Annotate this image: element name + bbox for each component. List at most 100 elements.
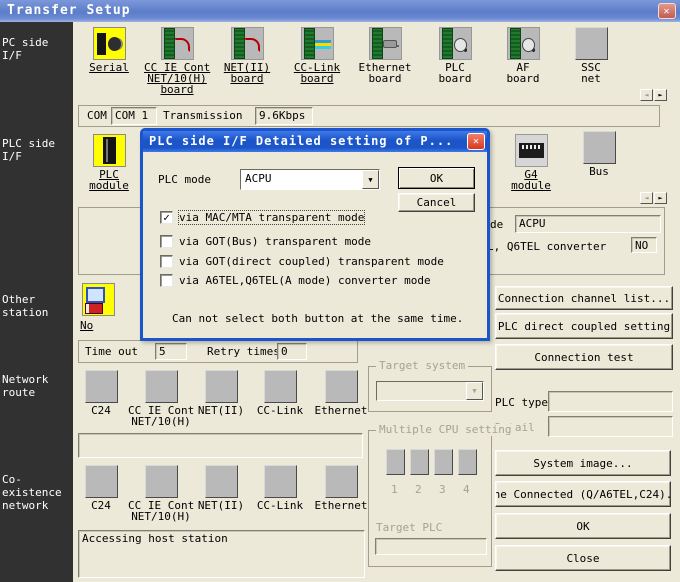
retry-times-field[interactable]: 0 [277, 343, 307, 360]
pc-if-ssc-label[interactable]: SSC net [558, 62, 624, 84]
pc-if-serial-label[interactable]: Serial [76, 62, 142, 73]
plc-mode-select[interactable]: ACPU ▼ [240, 169, 380, 190]
checkbox-mac-mta-label[interactable]: via MAC/MTA transparent mode [179, 211, 364, 224]
coexistence-ccie[interactable]: CC IE Cont NET/10(H) [128, 465, 194, 522]
bus-label[interactable]: Bus [566, 166, 632, 177]
pc-if-plc-label[interactable]: PLC board [422, 62, 488, 84]
label-coexistence-network: Co-existence network [2, 473, 73, 512]
connection-channel-list-button[interactable]: Connection channel list... [495, 286, 673, 310]
scroll-right-icon[interactable]: ► [654, 89, 667, 101]
coexistence-ethernet-label: Ethernet [308, 500, 374, 511]
dialog-titlebar[interactable]: PLC side I/F Detailed setting of P... [143, 131, 487, 152]
plc-mode-label: PLC mode [158, 173, 211, 186]
pc-if-cclink-board[interactable]: CC-Link board [284, 27, 350, 84]
chevron-down-icon: ▼ [466, 382, 483, 400]
pc-if-ethernet-board[interactable]: Ethernet board [352, 27, 418, 84]
pc-if-ccie-label[interactable]: CC IE Cont NET/10(H) board [144, 62, 210, 95]
plc-if-plc-module[interactable]: PLC module [76, 134, 142, 191]
label-other-station: Other station [2, 293, 48, 319]
coexistence-cclink[interactable]: CC-Link [247, 465, 313, 511]
pc-if-net2-label[interactable]: NET(II) board [214, 62, 280, 84]
pc-if-af-label[interactable]: AF board [490, 62, 556, 84]
ok-button[interactable]: OK [495, 513, 671, 539]
cpu1-label: 1 [391, 483, 398, 496]
target-plc-field [375, 538, 487, 555]
multiple-cpu-legend: Multiple CPU setting [376, 424, 514, 436]
network-route-ethernet-label: Ethernet [308, 405, 374, 416]
checkbox-got-bus[interactable]: ✓ [160, 235, 173, 248]
coexistence-ethernet[interactable]: Ethernet [308, 465, 374, 511]
dialog-ok-button[interactable]: OK [398, 167, 475, 189]
plc-direct-coupled-setting-button[interactable]: PLC direct coupled setting [495, 313, 673, 339]
network-route-ethernet[interactable]: Ethernet [308, 370, 374, 416]
pc-if-plc-board[interactable]: PLC board [422, 27, 488, 84]
check-icon: ✓ [163, 211, 170, 224]
g4-module-label[interactable]: G4 module [498, 169, 564, 191]
dialog-note: Can not select both button at the same t… [172, 312, 463, 325]
network-route-net2-label: NET(II) [188, 405, 254, 416]
chevron-down-icon[interactable]: ▼ [362, 170, 379, 189]
coexistence-c24-label: C24 [68, 500, 134, 511]
transmission-speed-field[interactable]: 9.6Kbps [255, 107, 313, 125]
ethernet-icon [325, 370, 358, 403]
checkbox-a6tel-converter-label[interactable]: via A6TEL,Q6TEL(A mode) converter mode [179, 274, 431, 287]
close-glyph: ✕ [663, 1, 670, 22]
checkbox-got-direct[interactable]: ✓ [160, 255, 173, 268]
network-route-ccie[interactable]: CC IE Cont NET/10(H) [128, 370, 194, 427]
close-icon[interactable]: ✕ [658, 3, 676, 19]
plc-module-label[interactable]: PLC module [76, 169, 142, 191]
cclink-icon [264, 465, 297, 498]
close-button[interactable]: Close [495, 545, 671, 571]
dialog-cancel-button[interactable]: Cancel [398, 193, 475, 212]
checkbox-a6tel-converter[interactable]: ✓ [160, 274, 173, 287]
checkbox-got-bus-label[interactable]: via GOT(Bus) transparent mode [179, 235, 371, 248]
dialog-close-icon[interactable]: ✕ [467, 133, 485, 150]
connection-test-button[interactable]: Connection test [495, 344, 673, 370]
pc-if-ssc-net[interactable]: SSC net [558, 27, 624, 84]
window-titlebar[interactable]: Transfer Setup ✕ [0, 0, 680, 22]
net2-icon [205, 465, 238, 498]
status-text: Accessing host station [82, 532, 228, 545]
network-route-c24[interactable]: C24 [68, 370, 134, 416]
other-station-no-icon[interactable] [82, 283, 115, 316]
pc-if-ethernet-label[interactable]: Ethernet board [352, 62, 418, 84]
cpu3-icon [434, 449, 453, 475]
cpu2-icon [410, 449, 429, 475]
pc-if-cclink-label[interactable]: CC-Link board [284, 62, 350, 84]
scroll-left-icon[interactable]: ◄ [640, 192, 653, 204]
c24-icon [85, 370, 118, 403]
g4-module-icon [515, 134, 548, 167]
coexistence-c24[interactable]: C24 [68, 465, 134, 511]
target-system-select: ▼ [376, 381, 484, 401]
section-sidebar: PC side I/F PLC side I/F Other station N… [0, 22, 73, 582]
dialog-close-glyph: ✕ [473, 136, 479, 147]
status-box: Accessing host station [78, 530, 365, 578]
network-route-cclink[interactable]: CC-Link [247, 370, 313, 416]
cpu4-icon [458, 449, 477, 475]
plc-if-bus[interactable]: Bus [566, 131, 632, 177]
label-pc-side-if: PC side I/F [2, 36, 48, 62]
pc-if-ccie-board[interactable]: CC IE Cont NET/10(H) board [144, 27, 210, 95]
line-connected-button[interactable]: ine Connected (Q/A6TEL,C24).. [495, 481, 671, 507]
network-route-note-box [78, 433, 363, 458]
com-port-field[interactable]: COM 1 [111, 107, 157, 125]
plc-if-g4-module[interactable]: G4 module [498, 134, 564, 191]
dialog-title: PLC side I/F Detailed setting of P... [149, 134, 453, 148]
other-station-no-label[interactable]: No [80, 319, 93, 332]
network-route-net2[interactable]: NET(II) [188, 370, 254, 416]
coexistence-net2[interactable]: NET(II) [188, 465, 254, 511]
multiple-cpu-setting-group: Multiple CPU setting 1 2 3 4 Target PLC [368, 430, 492, 567]
pc-if-net2-board[interactable]: NET(II) board [214, 27, 280, 84]
scroll-left-icon[interactable]: ◄ [640, 89, 653, 101]
pc-if-serial[interactable]: Serial [76, 27, 142, 73]
checkbox-got-direct-label[interactable]: via GOT(direct coupled) transparent mode [179, 255, 444, 268]
target-plc-label: Target PLC [376, 521, 442, 534]
plc-mode-value: ACPU [241, 170, 362, 189]
system-image-button[interactable]: System image... [495, 450, 671, 476]
net2-icon [205, 370, 238, 403]
scroll-right-icon[interactable]: ► [654, 192, 667, 204]
pc-if-af-board[interactable]: AF board [490, 27, 556, 84]
checkbox-mac-mta[interactable]: ✓ [160, 211, 173, 224]
timeout-field[interactable]: 5 [155, 343, 187, 360]
timeout-label: Time out [85, 345, 138, 358]
